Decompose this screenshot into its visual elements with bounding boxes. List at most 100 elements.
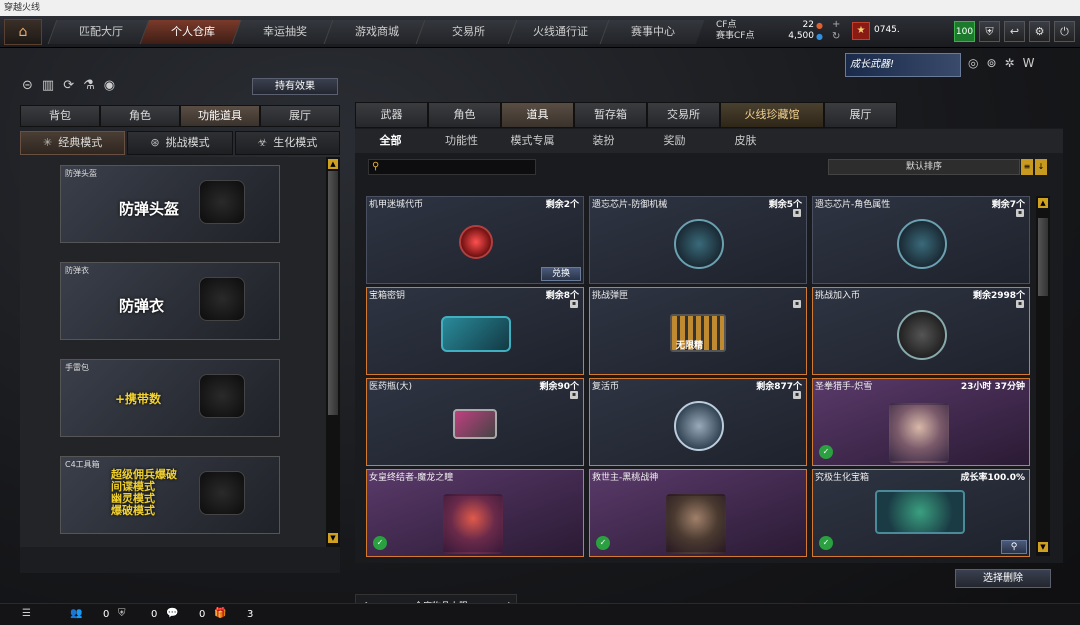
- item-card[interactable]: 遗忘芯片-角色属性 剩余7个 ▪: [812, 196, 1030, 284]
- item-card[interactable]: 挑战加入币 剩余2998个 ▪: [812, 287, 1030, 375]
- wheel-icon[interactable]: ✲: [1005, 56, 1015, 70]
- tab-classic-mode[interactable]: ✳ 经典模式: [20, 131, 126, 155]
- level-badge[interactable]: 100: [954, 21, 975, 42]
- power-icon[interactable]: ⏻: [1054, 21, 1075, 42]
- tab-showroom[interactable]: 展厅: [260, 105, 340, 127]
- nav-tab-battle-pass[interactable]: 火线通行证: [507, 20, 613, 44]
- item-card[interactable]: 救世主-黑桃战神 ✓: [589, 469, 807, 557]
- vest-icon: [199, 277, 245, 321]
- item-card[interactable]: 机甲迷城代币 剩余2个 兑换: [366, 196, 584, 284]
- nav-tab-inventory[interactable]: 个人仓库: [139, 20, 245, 44]
- cycle-icon[interactable]: ⟳: [63, 78, 74, 93]
- friends-icon[interactable]: 👥: [70, 608, 82, 619]
- item-card[interactable]: 女皇终结者-魔龙之瞳 ✓: [366, 469, 584, 557]
- tab-collection-vault[interactable]: 火线珍藏馆: [720, 102, 824, 128]
- gear-slot-c4-kit[interactable]: C4工具箱 超级佣兵爆破 间谍模式 幽灵模式 爆破模式: [60, 456, 280, 534]
- token-icon: [459, 225, 493, 259]
- chip-icon: [897, 219, 947, 269]
- nav-tab-store[interactable]: 游戏商城: [323, 20, 429, 44]
- menu-icon[interactable]: ☰: [22, 608, 31, 619]
- scroll-up-icon[interactable]: ▲: [328, 159, 338, 169]
- redeem-button[interactable]: 兑换: [541, 267, 581, 281]
- item-card[interactable]: 究极生化宝箱 成长率100.0% ✓ ⚲: [812, 469, 1030, 557]
- add-currency-icon[interactable]: +: [832, 19, 840, 31]
- stats-icon[interactable]: ▥: [42, 78, 54, 93]
- nav-tab-lucky-draw[interactable]: 幸运抽奖: [231, 20, 337, 44]
- helmet-icon: [199, 180, 245, 224]
- target-icon[interactable]: ⊚: [986, 56, 996, 70]
- refresh-icon[interactable]: ↻: [832, 31, 840, 43]
- tab-weapons[interactable]: 武器: [355, 102, 428, 128]
- home-button[interactable]: ⌂: [4, 19, 42, 45]
- filter-functional[interactable]: 功能性: [426, 129, 497, 153]
- scroll-down-icon[interactable]: ▼: [328, 533, 338, 543]
- tab-storage[interactable]: 暂存箱: [574, 102, 647, 128]
- tab-items[interactable]: 道具: [501, 102, 574, 128]
- item-card[interactable]: 复活币 剩余877个 ▪: [589, 378, 807, 466]
- chat-icon[interactable]: 💬: [166, 608, 178, 619]
- nav-tab-exchange[interactable]: 交易所: [415, 20, 521, 44]
- currency-labels: CF点 赛事CF点: [716, 20, 755, 41]
- tab-gallery[interactable]: 展厅: [824, 102, 897, 128]
- top-right-icons: 100 ⛨ ↩ ⚙ ⏻: [954, 21, 1075, 42]
- filter-cosmetic[interactable]: 装扮: [568, 129, 639, 153]
- left-scroll-thumb[interactable]: [328, 171, 338, 415]
- scroll-down-icon[interactable]: ▼: [1038, 542, 1048, 552]
- items-scroll-thumb[interactable]: [1038, 218, 1048, 296]
- item-card[interactable]: 医药瓶(大) 剩余90个 ▪: [366, 378, 584, 466]
- filter-mode-exclusive[interactable]: 模式专属: [497, 129, 568, 153]
- sort-order-icon[interactable]: ↓: [1035, 159, 1047, 175]
- lock-icon: ▪: [793, 300, 801, 308]
- currency-values: 22 4,500: [776, 20, 814, 42]
- toggle-off-icon[interactable]: ⊝: [22, 78, 33, 93]
- filter-rewards[interactable]: 奖励: [639, 129, 710, 153]
- gear-slot-grenade-pack[interactable]: 手雷包 +携带数: [60, 359, 280, 437]
- coin-icon: [897, 310, 947, 360]
- tab-character[interactable]: 角色: [100, 105, 180, 127]
- select-delete-button[interactable]: 选择删除: [955, 569, 1051, 588]
- item-card[interactable]: 遗忘芯片-防御机械 剩余5个 ▪: [589, 196, 807, 284]
- item-card[interactable]: 圣拳猎手-炽雪 23小时 37分钟 ✓: [812, 378, 1030, 466]
- tab-zombie-mode[interactable]: ☣ 生化模式: [234, 131, 340, 155]
- username: 0745.: [874, 25, 900, 35]
- tab-functional-items[interactable]: 功能道具: [180, 105, 260, 127]
- character-portrait: [443, 494, 503, 554]
- item-card[interactable]: 宝箱密钥 剩余8个 ▪: [366, 287, 584, 375]
- filter-skins[interactable]: 皮肤: [710, 129, 781, 153]
- left-scrollbar[interactable]: ▲ ▼: [326, 157, 340, 547]
- gear-icon[interactable]: ⚙: [1029, 21, 1050, 42]
- search-input[interactable]: ⚲: [368, 159, 536, 175]
- nav-tab-match-hall[interactable]: 匹配大厅: [47, 20, 153, 44]
- gift-icon[interactable]: 🎁: [214, 608, 226, 619]
- hold-effect-button[interactable]: 持有效果: [252, 78, 338, 95]
- tab-challenge-mode[interactable]: ⊛ 挑战模式: [127, 131, 233, 155]
- emblem-icon[interactable]: ◎: [968, 56, 978, 70]
- growth-weapon-banner[interactable]: 成长武器!: [845, 53, 961, 77]
- scroll-up-icon[interactable]: ▲: [1038, 198, 1048, 208]
- gear-slot-helmet[interactable]: 防弹头盔 防弹头盔: [60, 165, 280, 243]
- potion-icon[interactable]: ⚗: [83, 78, 95, 93]
- app-root: ⌂ 匹配大厅 个人仓库 幸运抽奖 游戏商城 交易所 火线通行证 赛事中心 CF点…: [0, 16, 1080, 625]
- medkit-icon: [453, 409, 497, 439]
- magnify-icon[interactable]: ⚲: [1001, 540, 1027, 554]
- cf-coin-icon: ●: [816, 21, 823, 30]
- list-view-icon[interactable]: ≡: [1021, 159, 1033, 175]
- tab-trade[interactable]: 交易所: [647, 102, 720, 128]
- back-icon[interactable]: ↩: [1004, 21, 1025, 42]
- sort-dropdown[interactable]: 默认排序: [828, 159, 1020, 175]
- item-card[interactable]: 挑战弹匣 ▪ 无限精: [589, 287, 807, 375]
- character-portrait: [666, 494, 726, 554]
- items-scrollbar[interactable]: ▲ ▼: [1036, 196, 1050, 556]
- w-logo-icon[interactable]: W: [1023, 56, 1035, 70]
- tab-backpack[interactable]: 背包: [20, 105, 100, 127]
- search-icon: ⚲: [372, 161, 380, 172]
- grenade-icon[interactable]: ◉: [104, 78, 115, 93]
- tab-characters[interactable]: 角色: [428, 102, 501, 128]
- left-tabs: 背包 角色 功能道具 展厅: [20, 105, 340, 127]
- nav-tab-events[interactable]: 赛事中心: [599, 20, 705, 44]
- gear-slot-vest[interactable]: 防弹衣 防弹衣: [60, 262, 280, 340]
- filter-all[interactable]: 全部: [355, 129, 426, 153]
- shield-icon[interactable]: ⛨: [979, 21, 1000, 42]
- challenge-icon: ⊛: [150, 136, 160, 149]
- clan-icon[interactable]: ⛨: [118, 608, 126, 619]
